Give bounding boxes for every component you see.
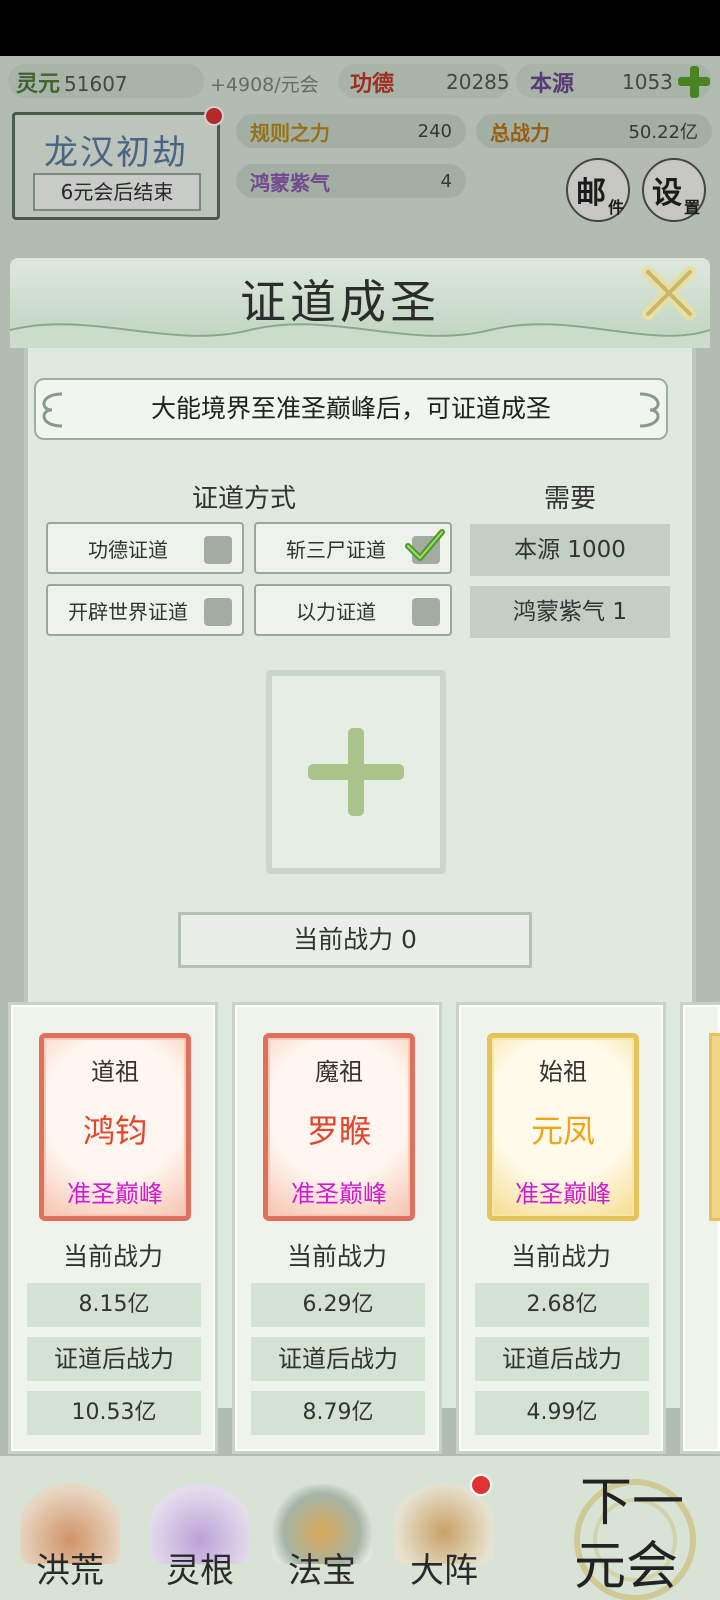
need-benyuan: 本源 1000 bbox=[470, 524, 670, 576]
method-gongde[interactable]: 功德证道 bbox=[46, 522, 244, 574]
nav-dazhen[interactable]: 大阵 bbox=[384, 1484, 504, 1600]
plus-icon bbox=[308, 728, 404, 816]
nav-label: 法宝 bbox=[288, 1551, 356, 1591]
current-power-value: 6.29亿 bbox=[251, 1283, 425, 1327]
character-title: 道祖 bbox=[91, 1058, 139, 1086]
close-icon[interactable] bbox=[638, 262, 700, 324]
after-power-value: 8.79亿 bbox=[251, 1391, 425, 1435]
after-power-label: 证道后战力 bbox=[27, 1337, 201, 1381]
character-title: 始祖 bbox=[539, 1058, 587, 1086]
requirement-text: 大能境界至准圣巅峰后，可证道成圣 bbox=[150, 394, 551, 423]
need-hongmeng: 鸿蒙紫气 1 bbox=[470, 586, 670, 638]
next-era-button[interactable]: 下一 元会 bbox=[560, 1460, 710, 1600]
method-zhansanshi[interactable]: 斩三尸证道 bbox=[254, 522, 452, 574]
character-card-partial[interactable] bbox=[680, 1002, 720, 1454]
checkmark-icon bbox=[405, 529, 445, 561]
checkbox[interactable] bbox=[204, 598, 232, 626]
add-character-slot[interactable] bbox=[266, 670, 446, 874]
current-power-value: 2.68亿 bbox=[475, 1283, 649, 1327]
current-power-label: 当前战力 bbox=[510, 1242, 611, 1271]
requirement-banner: 大能境界至准圣巅峰后，可证道成圣 bbox=[34, 378, 668, 440]
after-power-label: 证道后战力 bbox=[251, 1337, 425, 1381]
character-realm: 准圣巅峰 bbox=[67, 1180, 163, 1208]
character-title: 魔祖 bbox=[315, 1058, 363, 1086]
method-label: 功德证道 bbox=[88, 537, 168, 562]
method-kaipishijie[interactable]: 开辟世界证道 bbox=[46, 584, 244, 636]
nav-label: 大阵 bbox=[410, 1551, 478, 1591]
checkbox[interactable] bbox=[204, 536, 232, 564]
character-card[interactable]: 始祖 元凤 准圣巅峰 当前战力 2.68亿 证道后战力 4.99亿 bbox=[456, 1002, 666, 1454]
character-card[interactable]: 道祖 鸿钧 准圣巅峰 当前战力 8.15亿 证道后战力 10.53亿 bbox=[8, 1002, 218, 1454]
method-label: 斩三尸证道 bbox=[286, 537, 386, 562]
next-era-label-line2: 元会 bbox=[574, 1537, 679, 1597]
character-frame: 道祖 鸿钧 准圣巅峰 bbox=[39, 1033, 191, 1221]
nav-honghuang[interactable]: 洪荒 bbox=[10, 1484, 130, 1600]
character-name: 元凤 bbox=[530, 1112, 595, 1150]
current-power-label: 当前战力 bbox=[62, 1242, 163, 1271]
method-label: 以力证道 bbox=[296, 599, 376, 624]
current-power-label: 当前战力 bbox=[286, 1242, 387, 1271]
nav-label: 洪荒 bbox=[36, 1551, 104, 1591]
character-frame bbox=[709, 1033, 720, 1221]
character-name: 罗睺 bbox=[306, 1112, 371, 1150]
scroll-curl-right-icon bbox=[639, 392, 660, 428]
character-realm: 准圣巅峰 bbox=[515, 1180, 611, 1208]
method-label: 开辟世界证道 bbox=[68, 599, 188, 624]
after-power-value: 10.53亿 bbox=[27, 1391, 201, 1435]
method-header: 证道方式 bbox=[192, 484, 297, 514]
character-frame: 始祖 元凤 准圣巅峰 bbox=[487, 1033, 639, 1221]
character-card[interactable]: 魔祖 罗睺 准圣巅峰 当前战力 6.29亿 证道后战力 8.79亿 bbox=[232, 1002, 442, 1454]
character-name: 鸿钧 bbox=[82, 1112, 147, 1150]
modal-title: 证道成圣 bbox=[240, 275, 440, 329]
checkbox[interactable] bbox=[412, 598, 440, 626]
scroll-curl-left-icon bbox=[42, 392, 63, 428]
status-bar bbox=[0, 0, 720, 56]
notification-dot bbox=[470, 1474, 492, 1496]
nav-label: 灵根 bbox=[166, 1551, 234, 1591]
need-header: 需要 bbox=[544, 484, 597, 514]
after-power-label: 证道后战力 bbox=[475, 1337, 649, 1381]
nav-linggen[interactable]: 灵根 bbox=[140, 1484, 260, 1600]
current-power-value: 8.15亿 bbox=[27, 1283, 201, 1327]
after-power-value: 4.99亿 bbox=[475, 1391, 649, 1435]
current-power-bar: 当前战力 0 bbox=[178, 912, 532, 968]
nav-fabao[interactable]: 法宝 bbox=[262, 1484, 382, 1600]
character-frame: 魔祖 罗睺 准圣巅峰 bbox=[263, 1033, 415, 1221]
character-realm: 准圣巅峰 bbox=[291, 1180, 387, 1208]
method-yili[interactable]: 以力证道 bbox=[254, 584, 452, 636]
